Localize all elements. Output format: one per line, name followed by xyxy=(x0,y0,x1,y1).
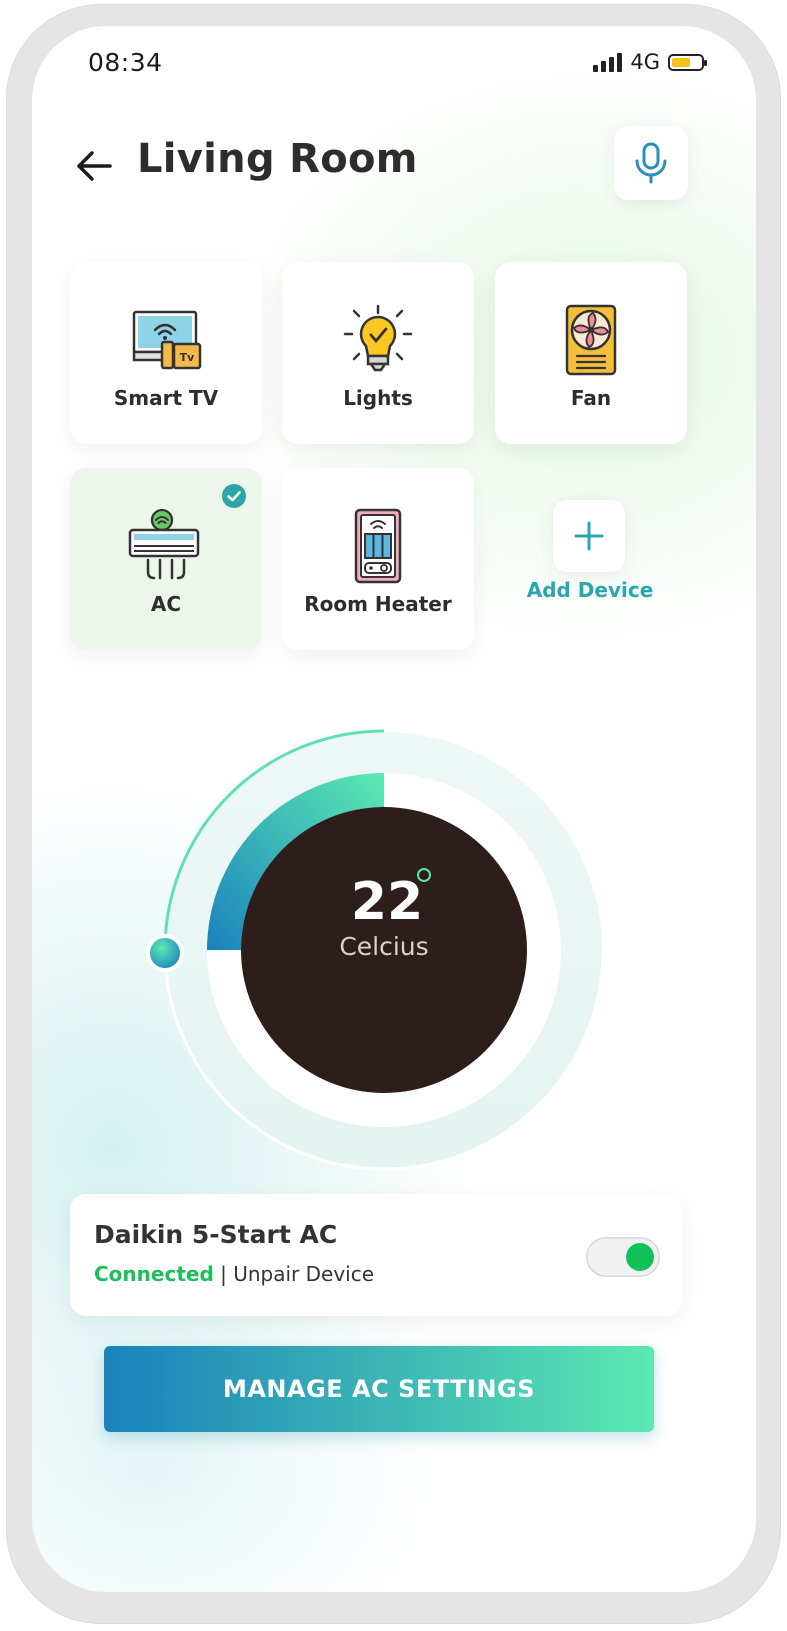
status-separator: | xyxy=(220,1262,227,1286)
device-card-smart-tv[interactable]: Tv Smart TV xyxy=(70,262,262,444)
microphone-button[interactable] xyxy=(614,126,688,200)
device-label: Lights xyxy=(343,386,413,410)
back-arrow-icon[interactable] xyxy=(72,144,116,188)
device-label: Room Heater xyxy=(304,592,452,616)
manage-ac-settings-button[interactable]: MANAGE AC SETTINGS xyxy=(104,1346,654,1432)
add-device-button[interactable] xyxy=(553,500,625,572)
status-time: 08:34 xyxy=(88,48,163,77)
device-info-card: Daikin 5-Start AC Connected | Unpair Dev… xyxy=(70,1194,682,1316)
app-screen: 08:34 4G Living Room Tv Smart TV Lights … xyxy=(32,26,756,1592)
status-indicators: 4G xyxy=(593,50,707,74)
device-label: Smart TV xyxy=(113,386,219,410)
unpair-device-link[interactable]: Unpair Device xyxy=(233,1262,374,1286)
battery-icon xyxy=(668,53,707,71)
degree-icon xyxy=(417,868,431,882)
svg-text:Tv: Tv xyxy=(180,351,196,364)
device-status-line: Connected | Unpair Device xyxy=(94,1262,374,1286)
device-card-fan[interactable]: Fan xyxy=(495,262,687,444)
device-label: AC xyxy=(150,592,182,616)
device-card-room-heater[interactable]: Room Heater xyxy=(282,468,474,650)
network-label: 4G xyxy=(630,50,660,74)
device-name: Daikin 5-Start AC xyxy=(94,1220,338,1249)
dial-handle[interactable] xyxy=(146,934,184,972)
connection-status: Connected xyxy=(94,1262,214,1286)
microphone-icon xyxy=(635,142,667,184)
smart-tv-icon: Tv xyxy=(132,310,202,370)
air-conditioner-icon xyxy=(128,508,200,580)
device-label: Fan xyxy=(570,386,612,410)
plus-icon xyxy=(574,521,604,551)
light-bulb-icon xyxy=(343,304,413,372)
room-heater-icon xyxy=(354,508,402,584)
device-card-ac[interactable]: AC xyxy=(70,468,262,650)
fan-icon xyxy=(565,304,617,376)
add-device-label[interactable]: Add Device xyxy=(508,578,672,602)
temperature-unit: Celcius xyxy=(339,932,429,961)
power-toggle[interactable] xyxy=(586,1237,660,1277)
device-card-lights[interactable]: Lights xyxy=(282,262,474,444)
page-title: Living Room xyxy=(137,136,418,182)
toggle-knob xyxy=(626,1243,654,1271)
selected-check-icon xyxy=(222,484,246,508)
signal-icon xyxy=(593,52,623,72)
